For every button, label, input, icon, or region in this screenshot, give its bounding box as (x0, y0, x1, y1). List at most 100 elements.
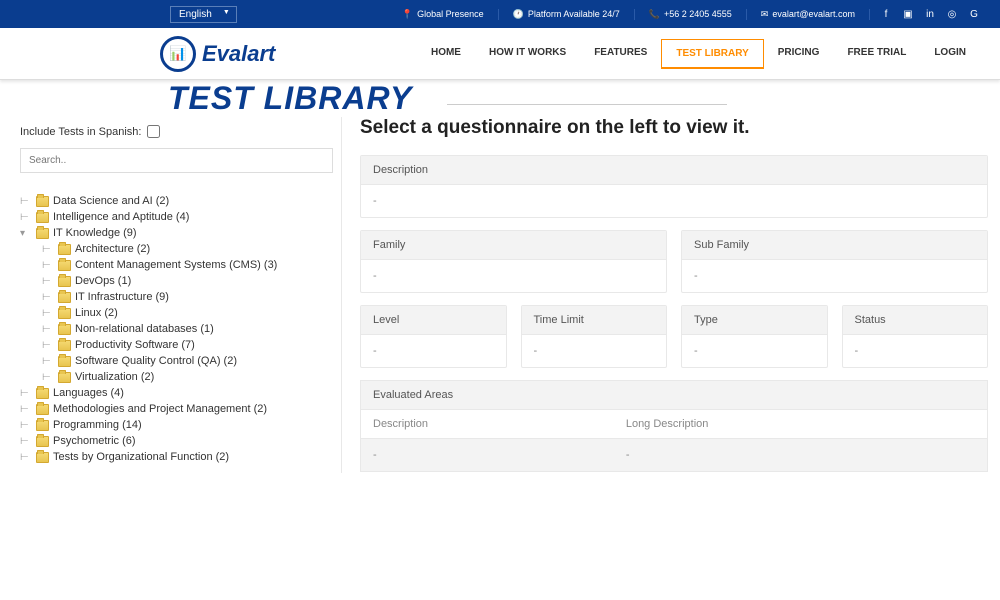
tree-item[interactable]: ⊢ Intelligence and Aptitude (4) (20, 209, 333, 225)
nav-login[interactable]: LOGIN (920, 39, 980, 69)
description-value: - (361, 185, 987, 217)
tree-connector-icon: ⊢ (20, 404, 32, 415)
folder-icon (58, 276, 71, 287)
title-divider (447, 104, 727, 105)
subfamily-panel: Sub Family - (681, 230, 988, 293)
tree-label: Methodologies and Project Management (2) (53, 403, 267, 415)
tree-label: Virtualization (2) (75, 371, 154, 383)
google-icon[interactable]: G (968, 8, 980, 20)
eval-columns: Description Long Description (361, 410, 987, 439)
tree-item[interactable]: ⊢Data Science and AI (2) (20, 193, 333, 209)
tree-item[interactable]: ⊢ Programming (14) (20, 417, 333, 433)
type-value: - (682, 335, 827, 367)
tree-label: Data Science and AI (2) (53, 195, 169, 207)
tree-connector-icon: ⊢ (42, 308, 54, 319)
tree-connector-icon: ⊢ (42, 244, 54, 255)
tree-label: Intelligence and Aptitude (4) (53, 211, 189, 223)
tree-item[interactable]: ⊢DevOps (1) (20, 273, 333, 289)
tree-connector-icon: ⊢ (20, 452, 32, 463)
phone-icon: 📞 (649, 9, 660, 20)
folder-icon (58, 244, 71, 255)
nav-test-library[interactable]: TEST LIBRARY (661, 39, 763, 69)
page-title: TEST LIBRARY (168, 80, 412, 116)
tree-item[interactable]: ⊢ IT Infrastructure (9) (20, 289, 333, 305)
nav-features[interactable]: FEATURES (580, 39, 661, 69)
nav-pricing[interactable]: PRICING (764, 39, 834, 69)
nav-how-it-works[interactable]: HOW IT WORKS (475, 39, 580, 69)
family-panel: Family - (360, 230, 667, 293)
search-input[interactable] (20, 148, 333, 173)
tree-item[interactable]: ⊢ Methodologies and Project Management (2… (20, 401, 333, 417)
tree-item[interactable]: ⊢Productivity Software (7) (20, 337, 333, 353)
linkedin-icon[interactable]: in (924, 8, 936, 20)
tree-connector-icon: ▾ (20, 228, 32, 239)
tree-item[interactable]: ⊢Languages (4) (20, 385, 333, 401)
location-icon: 📍 (402, 9, 413, 20)
folder-icon (36, 420, 49, 431)
eval-col-long: Long Description (626, 418, 709, 430)
tree-connector-icon: ⊢ (42, 292, 54, 303)
family-label: Family (361, 231, 666, 260)
page-title-row: TEST LIBRARY (0, 80, 1000, 117)
eval-col-description: Description (373, 418, 626, 430)
tree-item[interactable]: ⊢ Virtualization (2) (20, 369, 333, 385)
clock-icon: 🕐 (513, 9, 524, 20)
tree-label: IT Infrastructure (9) (75, 291, 169, 303)
type-label: Type (682, 306, 827, 335)
topbar: English 📍Global Presence 🕐Platform Avail… (0, 0, 1000, 28)
top-links: 📍Global Presence 🕐Platform Available 24/… (388, 8, 980, 20)
tree-label: Linux (2) (75, 307, 118, 319)
tree-connector-icon: ⊢ (42, 340, 54, 351)
tree-label: Content Management Systems (CMS) (3) (75, 259, 277, 271)
category-tree: ⊢Data Science and AI (2)⊢Intelligence an… (20, 193, 333, 465)
facebook-icon[interactable]: f (880, 8, 892, 20)
sidebar: Include Tests in Spanish: ⊢Data Science … (12, 117, 342, 473)
top-link-presence[interactable]: 📍Global Presence (388, 9, 499, 20)
folder-icon (58, 292, 71, 303)
spanish-checkbox[interactable] (147, 125, 160, 138)
nav-free-trial[interactable]: FREE TRIAL (833, 39, 920, 69)
timelimit-panel: Time Limit - (521, 305, 668, 368)
tree-item[interactable]: ⊢Architecture (2) (20, 241, 333, 257)
description-label: Description (361, 156, 987, 185)
tree-connector-icon: ⊢ (20, 212, 32, 223)
logo[interactable]: Evalart (160, 36, 275, 72)
tree-item[interactable]: ⊢ Content Management Systems (CMS) (3) (20, 257, 333, 273)
folder-icon (36, 196, 49, 207)
tree-connector-icon: ⊢ (20, 420, 32, 431)
evaluated-areas-table: Evaluated Areas Description Long Descrip… (360, 380, 988, 472)
tree-connector-icon: ⊢ (42, 276, 54, 287)
twitter-icon[interactable]: ▣ (902, 8, 914, 20)
social-icons: f ▣ in ◎ G (880, 8, 980, 20)
tree-item[interactable]: ⊢Psychometric (6) (20, 433, 333, 449)
folder-icon (36, 436, 49, 447)
nav-home[interactable]: HOME (417, 39, 475, 69)
top-link-phone[interactable]: 📞+56 2 2405 4555 (635, 9, 747, 20)
spanish-toggle-row: Include Tests in Spanish: (20, 125, 333, 138)
tree-label: Psychometric (6) (53, 435, 136, 447)
tree-label: IT Knowledge (9) (53, 227, 137, 239)
language-select[interactable]: English (170, 6, 237, 23)
tree-connector-icon: ⊢ (42, 372, 54, 383)
folder-icon (58, 372, 71, 383)
tree-connector-icon: ⊢ (42, 260, 54, 271)
folder-icon (36, 452, 49, 463)
folder-icon (58, 324, 71, 335)
tree-item[interactable]: ▾ IT Knowledge (9) (20, 225, 333, 241)
folder-icon (58, 356, 71, 367)
description-panel: Description - (360, 155, 988, 218)
folder-icon (58, 260, 71, 271)
timelimit-label: Time Limit (522, 306, 667, 335)
tree-item[interactable]: ⊢Tests by Organizational Function (2) (20, 449, 333, 465)
level-value: - (361, 335, 506, 367)
top-link-email[interactable]: ✉evalart@evalart.com (747, 9, 870, 20)
tree-label: Programming (14) (53, 419, 142, 431)
eval-val-long: - (626, 449, 630, 461)
tree-item[interactable]: ⊢ Linux (2) (20, 305, 333, 321)
tree-item[interactable]: ⊢Software Quality Control (QA) (2) (20, 353, 333, 369)
subfamily-value: - (682, 260, 987, 292)
tree-item[interactable]: ⊢Non-relational databases (1) (20, 321, 333, 337)
instagram-icon[interactable]: ◎ (946, 8, 958, 20)
folder-icon (36, 212, 49, 223)
tree-label: Languages (4) (53, 387, 124, 399)
